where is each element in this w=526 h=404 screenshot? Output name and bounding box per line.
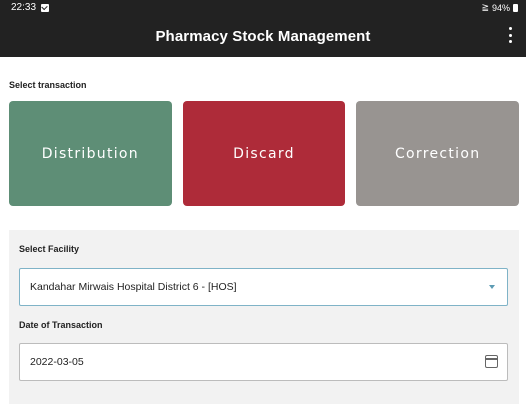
battery-level: 94%	[491, 2, 510, 13]
dropdown-arrow-icon[interactable]	[489, 285, 495, 289]
discard-button[interactable]: Discard	[182, 101, 346, 206]
checkbox-icon	[41, 3, 50, 12]
facility-value: Kandahar Mirwais Hospital District 6 - […	[30, 281, 237, 293]
status-left: 22:33	[11, 2, 50, 13]
battery-icon	[513, 3, 518, 12]
app-bar: Pharmacy Stock Management	[0, 15, 526, 57]
more-vert-icon[interactable]	[508, 27, 512, 43]
wifi-icon: ≧	[481, 2, 489, 12]
date-field[interactable]: 2022-03-05	[19, 343, 508, 381]
page-title: Pharmacy Stock Management	[155, 27, 371, 45]
date-label: Date of Transaction	[19, 320, 103, 330]
distribution-button[interactable]: Distribution	[9, 101, 172, 206]
status-bar: 22:33 ≧ 94%	[0, 0, 526, 15]
facility-label: Select Facility	[19, 244, 80, 254]
form-panel: Select Facility Kandahar Mirwais Hospita…	[9, 230, 519, 404]
select-transaction-label: Select transaction	[9, 80, 87, 90]
calendar-icon[interactable]	[485, 355, 498, 368]
date-value: 2022-03-05	[30, 356, 84, 368]
facility-select[interactable]: Kandahar Mirwais Hospital District 6 - […	[19, 268, 508, 306]
transaction-buttons: Distribution Discard Correction	[9, 101, 520, 206]
screen: 22:33 ≧ 94% Pharmacy Stock Management Se…	[0, 0, 526, 404]
status-right: ≧ 94%	[481, 2, 518, 13]
status-time: 22:33	[11, 2, 37, 13]
correction-button[interactable]: Correction	[356, 101, 520, 206]
